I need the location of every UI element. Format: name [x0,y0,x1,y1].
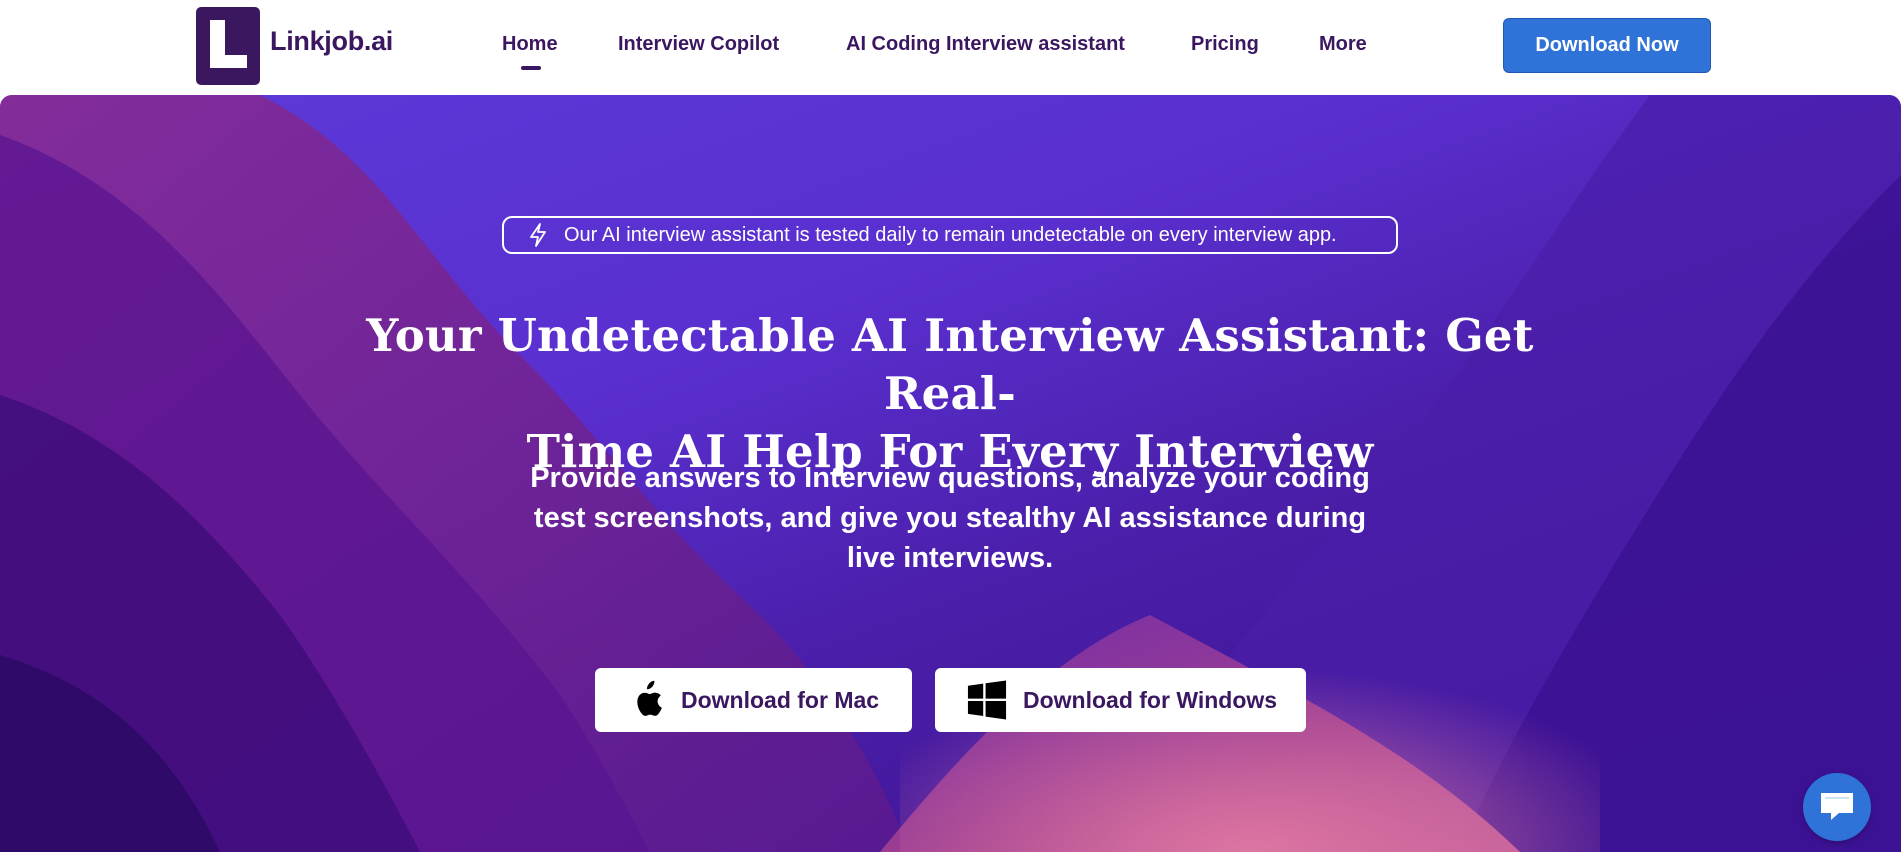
hero-headline: Your Undetectable AI Interview Assistant… [300,307,1600,481]
badge-text: Our AI interview assistant is tested dai… [564,223,1337,246]
download-windows-button[interactable]: Download for Windows [935,668,1306,732]
site-header: Linkjob.ai Home Interview Copilot AI Cod… [0,0,1901,95]
subhead-line-3: live interviews. [846,542,1054,574]
chat-widget-button[interactable] [1803,773,1871,841]
nav-active-indicator [521,66,541,70]
download-windows-label: Download for Windows [1023,686,1278,713]
lightning-icon [530,223,546,247]
download-mac-button[interactable]: Download for Mac [595,668,912,732]
nav-item-more[interactable]: More [1319,33,1367,56]
subhead-line-1: Provide answers to Interview questions, … [530,462,1370,494]
nav-item-interview-copilot[interactable]: Interview Copilot [618,33,779,56]
download-now-button[interactable]: Download Now [1503,18,1711,73]
nav-item-home[interactable]: Home [502,33,558,56]
nav-item-ai-coding-interview-assistant[interactable]: AI Coding Interview assistant [846,33,1125,56]
headline-line-1: Your Undetectable AI Interview Assistant… [366,309,1534,420]
apple-icon [631,680,663,720]
subhead-line-2: test screenshots, and give you stealthy … [533,502,1367,534]
logo-mark [196,7,260,85]
windows-icon [966,679,1008,721]
nav-item-pricing[interactable]: Pricing [1191,33,1259,56]
chat-bubble-icon [1821,793,1853,820]
download-mac-label: Download for Mac [681,686,880,713]
undetectable-badge: Our AI interview assistant is tested dai… [502,216,1398,254]
hero-section: Our AI interview assistant is tested dai… [0,95,1901,852]
logo-text: Linkjob.ai [270,25,394,56]
logo[interactable]: Linkjob.ai [196,7,393,85]
hero-subheadline: Provide answers to Interview questions, … [490,458,1410,578]
